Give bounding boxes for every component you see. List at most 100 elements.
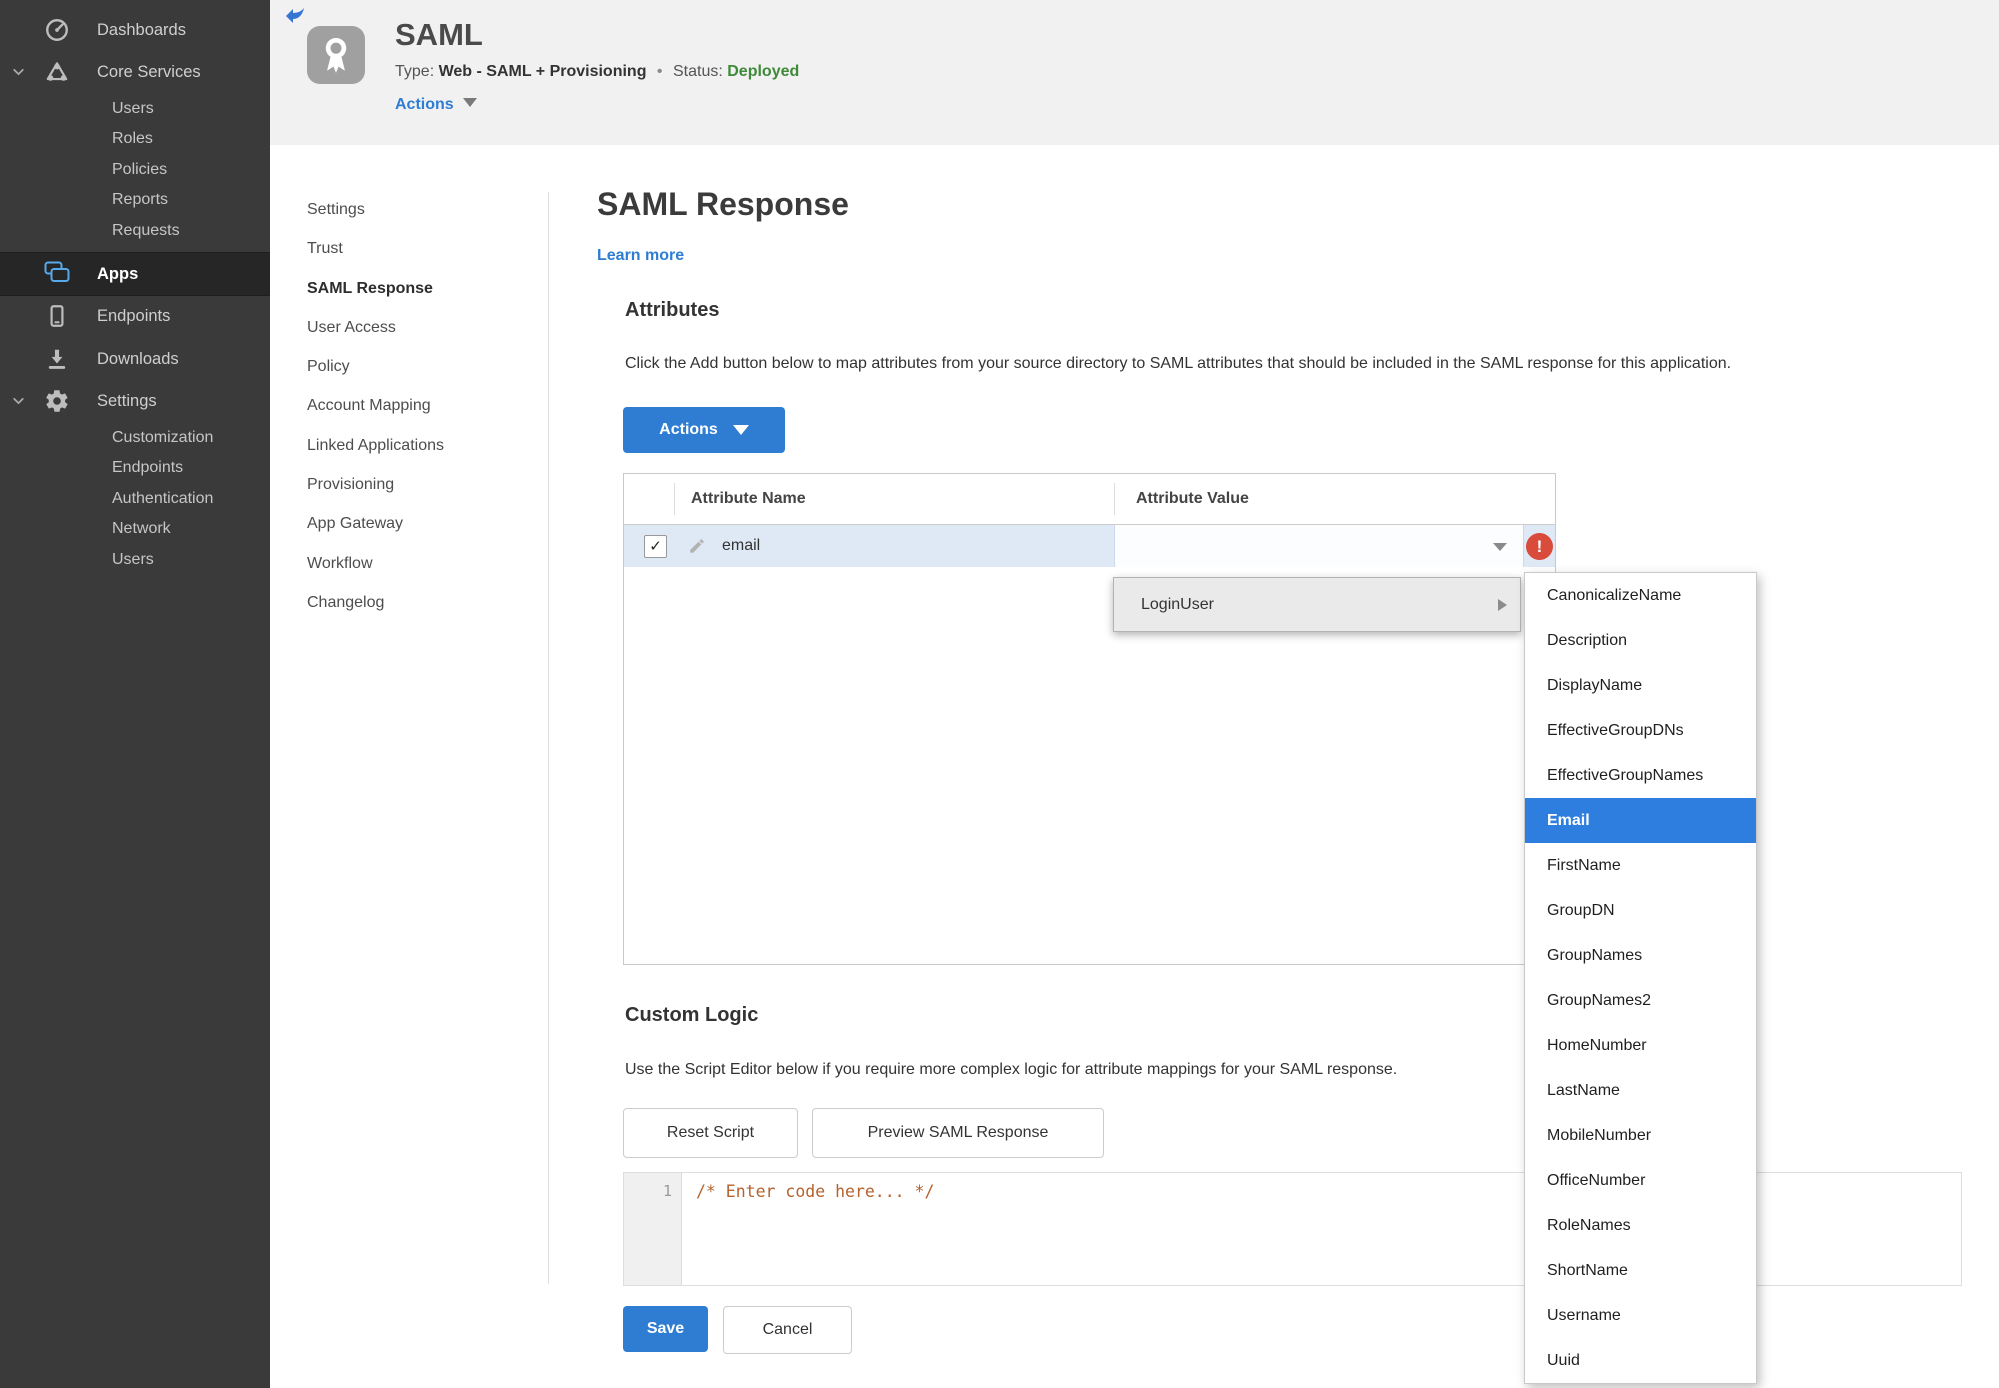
attributes-heading: Attributes <box>625 299 720 321</box>
sidebar-item-label: Dashboards <box>97 20 186 39</box>
status-label: Status: <box>672 63 723 80</box>
submenu-item[interactable]: GroupNames2 <box>1525 978 1756 1023</box>
sidebar-item-reports[interactable]: Reports <box>0 185 270 215</box>
submenu-item[interactable]: CanonicalizeName <box>1525 573 1756 618</box>
caret-down-icon <box>462 98 477 107</box>
attributes-actions-button[interactable]: Actions <box>623 407 785 453</box>
sidebar-item-settings-endpoints[interactable]: Endpoints <box>0 453 270 483</box>
error-cell: ! <box>1524 525 1555 567</box>
submenu-item[interactable]: ShortName <box>1525 1248 1756 1293</box>
submenu-item[interactable]: HomeNumber <box>1525 1023 1756 1068</box>
section-title: SAML Response <box>597 186 849 222</box>
submenu-item[interactable]: GroupDN <box>1525 888 1756 933</box>
tab-saml-response[interactable]: SAML Response <box>307 269 537 308</box>
header-actions-menu[interactable]: Actions <box>395 96 477 114</box>
sidebar-item-endpoints[interactable]: Endpoints <box>0 295 270 337</box>
sidebar-item-label: Downloads <box>97 349 179 368</box>
sidebar-item-downloads[interactable]: Downloads <box>0 338 270 380</box>
submenu-item[interactable]: Username <box>1525 1293 1756 1338</box>
chevron-down-icon <box>10 64 27 81</box>
apps-icon <box>44 261 70 287</box>
submenu-item[interactable]: GroupNames <box>1525 933 1756 978</box>
core-services-icon <box>44 59 70 85</box>
column-header-attribute-name: Attribute Name <box>691 490 806 507</box>
sidebar-item-core-services[interactable]: Core Services <box>0 51 270 93</box>
attributes-table: Attribute Name Attribute Value ✓ email ! <box>623 473 1556 965</box>
tab-linked-applications[interactable]: Linked Applications <box>307 426 537 465</box>
attribute-value-submenu: CanonicalizeName Description DisplayName… <box>1524 572 1757 1384</box>
sidebar-item-roles[interactable]: Roles <box>0 124 270 154</box>
loginuser-menu-item[interactable]: LoginUser <box>1113 577 1521 632</box>
submenu-item[interactable]: RoleNames <box>1525 1203 1756 1248</box>
submenu-item[interactable]: FirstName <box>1525 843 1756 888</box>
caret-down-icon <box>732 425 749 435</box>
app-header: SAML Type: Web - SAML + Provisioning • S… <box>270 0 1999 145</box>
sidebar: Dashboards Core Services Users Roles Pol… <box>0 0 270 1388</box>
editor-code-area[interactable]: /* Enter code here... */ <box>682 1173 1961 1285</box>
gear-icon <box>44 388 70 414</box>
nav-divider <box>548 192 549 1284</box>
tab-provisioning[interactable]: Provisioning <box>307 465 537 504</box>
save-button[interactable]: Save <box>623 1306 708 1352</box>
script-editor[interactable]: 1 /* Enter code here... */ <box>623 1172 1962 1286</box>
tab-settings[interactable]: Settings <box>307 190 537 229</box>
submenu-item[interactable]: LastName <box>1525 1068 1756 1113</box>
submenu-item[interactable]: DisplayName <box>1525 663 1756 708</box>
sidebar-item-users[interactable]: Users <box>0 94 270 124</box>
editor-code: /* Enter code here... */ <box>696 1182 935 1201</box>
row-checkbox[interactable]: ✓ <box>644 535 667 558</box>
sidebar-item-label: Endpoints <box>97 306 171 325</box>
submenu-item[interactable]: MobileNumber <box>1525 1113 1756 1158</box>
submenu-item-selected[interactable]: Email <box>1525 798 1756 843</box>
separator-dot: • <box>656 63 663 80</box>
sidebar-item-settings[interactable]: Settings <box>0 380 270 422</box>
type-value: Web - SAML + Provisioning <box>438 63 647 80</box>
submenu-item[interactable]: EffectiveGroupDNs <box>1525 708 1756 753</box>
app-root: Dashboards Core Services Users Roles Pol… <box>0 0 1999 1388</box>
tab-account-mapping[interactable]: Account Mapping <box>307 386 537 425</box>
table-header: Attribute Name Attribute Value <box>624 474 1555 525</box>
sidebar-item-policies[interactable]: Policies <box>0 155 270 185</box>
tab-changelog[interactable]: Changelog <box>307 583 537 622</box>
back-arrow-icon[interactable] <box>283 4 307 28</box>
sidebar-item-dashboards[interactable]: Dashboards <box>0 9 270 51</box>
column-separator <box>1114 483 1115 515</box>
app-settings-nav: Settings Trust SAML Response User Access… <box>307 190 537 622</box>
sidebar-item-requests[interactable]: Requests <box>0 216 270 246</box>
cancel-button[interactable]: Cancel <box>723 1306 852 1354</box>
endpoint-device-icon <box>44 303 70 329</box>
preview-saml-response-button[interactable]: Preview SAML Response <box>812 1108 1104 1158</box>
learn-more-link[interactable]: Learn more <box>597 247 684 265</box>
submenu-item[interactable]: Uuid <box>1525 1338 1756 1383</box>
sidebar-item-settings-users[interactable]: Users <box>0 545 270 575</box>
table-row[interactable]: ✓ email ! <box>624 525 1555 567</box>
sidebar-item-label: Core Services <box>97 62 201 81</box>
edit-pencil-icon[interactable] <box>688 537 706 555</box>
dashboard-gauge-icon <box>44 17 70 43</box>
submenu-item[interactable]: OfficeNumber <box>1525 1158 1756 1203</box>
tab-workflow[interactable]: Workflow <box>307 544 537 583</box>
tab-trust[interactable]: Trust <box>307 229 537 268</box>
sidebar-item-network[interactable]: Network <box>0 514 270 544</box>
custom-logic-heading: Custom Logic <box>625 1004 759 1026</box>
reset-script-button[interactable]: Reset Script <box>623 1108 798 1158</box>
line-number: 1 <box>662 1182 672 1200</box>
sidebar-item-customization[interactable]: Customization <box>0 423 270 453</box>
app-logo <box>307 26 365 84</box>
chevron-down-icon <box>10 393 27 410</box>
custom-logic-description: Use the Script Editor below if you requi… <box>625 1061 1398 1078</box>
tab-user-access[interactable]: User Access <box>307 308 537 347</box>
submenu-item[interactable]: EffectiveGroupNames <box>1525 753 1756 798</box>
status-badge: Deployed <box>727 63 800 80</box>
tab-app-gateway[interactable]: App Gateway <box>307 504 537 543</box>
attributes-description: Click the Add button below to map attrib… <box>625 355 1732 372</box>
type-label: Type: <box>395 63 435 80</box>
editor-gutter: 1 <box>624 1173 682 1285</box>
sidebar-item-authentication[interactable]: Authentication <box>0 484 270 514</box>
error-icon: ! <box>1526 532 1553 560</box>
tab-policy[interactable]: Policy <box>307 347 537 386</box>
submenu-item[interactable]: Description <box>1525 618 1756 663</box>
attribute-value-select[interactable] <box>1114 525 1524 567</box>
page-title: SAML <box>395 17 483 52</box>
sidebar-item-apps[interactable]: Apps <box>0 252 270 296</box>
